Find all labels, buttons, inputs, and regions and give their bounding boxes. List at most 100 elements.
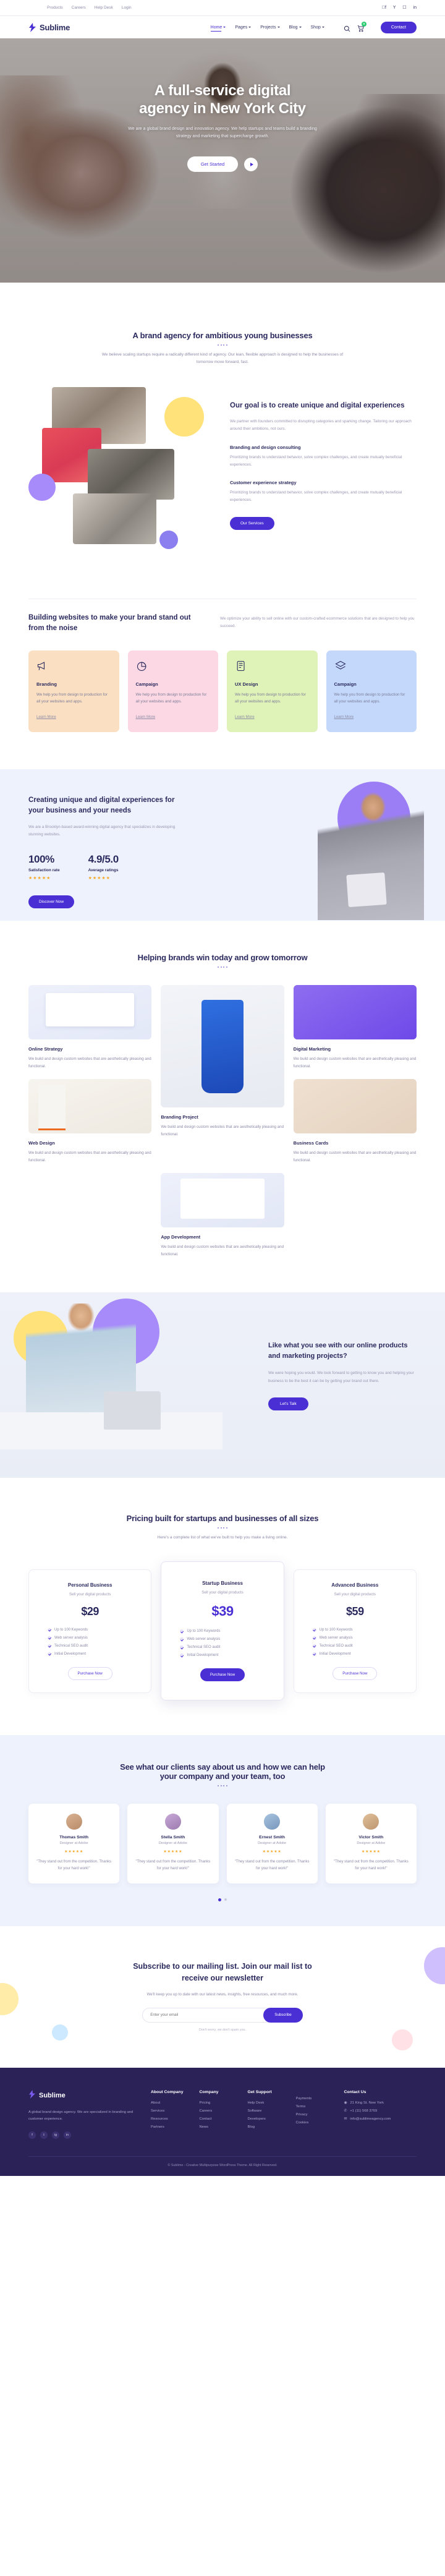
discover-now-button[interactable]: Discover Now [28,895,75,909]
service-card-branding[interactable]: Branding We help you from design to prod… [28,650,119,733]
newsletter-email-input[interactable] [142,2007,271,2023]
footer-link[interactable]: Privacy [295,2113,328,2117]
copyright-text: © Sublime - Creative Multipurpose WordPr… [167,2163,278,2167]
pricing-card-personal[interactable]: Personal Business Sell your digital prod… [28,1569,152,1693]
star-rating-icon: ★★★★★ [163,1850,183,1854]
cta-heading: Like what you see with our online produc… [268,1342,408,1360]
topbar-link-products[interactable]: Products [47,6,63,10]
carousel-pagination[interactable] [28,1898,417,1902]
footer-link[interactable]: Resources [151,2117,183,2121]
testimonial-card[interactable]: Stella Smith Designer at Adobe ★★★★★ "Th… [127,1804,219,1884]
linkedin-icon[interactable]: in [413,6,417,10]
pricing-card-startup[interactable]: Startup Business Sell your digital produ… [161,1561,284,1701]
newsletter-form: Subscribe [28,2007,417,2023]
service-card-link[interactable]: Learn More [235,715,255,719]
stats-section: Creating unique and digital experiences … [0,769,445,921]
about-sub1-text: Prioritizing brands to understand behavi… [230,454,402,467]
brand-logo[interactable]: Sublime [28,22,70,32]
footer-contact-value: info@sublimeagency.com [350,2117,391,2121]
footer-link[interactable]: Contact [199,2117,231,2121]
facebook-icon[interactable]: f [28,2131,36,2139]
carousel-dot-2[interactable] [224,1898,227,1901]
footer-bottom: © Sublime - Creative Multipurpose WordPr… [28,2156,417,2176]
portfolio-item-app-development[interactable]: App Development We build and design cust… [161,1173,284,1258]
testimonial-card[interactable]: Victor Smith Designer at Adobe ★★★★★ "Th… [325,1804,417,1884]
footer-link[interactable]: Pricing [199,2101,231,2105]
footer-column-support: Get Support Help Desk Software Developer… [247,2090,279,2139]
purchase-now-button[interactable]: Purchase Now [67,1666,112,1680]
plan-features: Up to 100 Keywords Web server analysis T… [304,1627,406,1656]
twitter-icon[interactable]: 𝖸 [393,6,396,10]
testimonials-section: See what our clients say about us and ho… [0,1735,445,1927]
footer-link[interactable]: Developers [247,2117,279,2121]
footer-link[interactable]: Payments [295,2097,328,2100]
portfolio-item-web-design[interactable]: Web Design We build and design custom we… [28,1079,152,1164]
instagram-icon[interactable]: ☐ [402,6,406,10]
cta-paragraph: We were hoping you would. We look forwar… [268,1371,414,1383]
instagram-icon[interactable]: ig [52,2131,59,2139]
carousel-dot-1[interactable] [218,1898,221,1902]
twitter-icon[interactable]: t [40,2131,48,2139]
plan-features: Up to 100 Keywords Web server analysis T… [171,1629,273,1658]
portfolio-item-business-cards[interactable]: Business Cards We build and design custo… [293,1079,417,1164]
top-bar: Products Careers Help Desk Login f 𝖸 ☐ … [0,0,445,16]
service-card-ux-design[interactable]: UX Design We help you from design to pro… [227,650,318,733]
decor-circle-pink [392,2029,413,2050]
service-card-link[interactable]: Learn More [334,715,354,719]
linkedin-icon[interactable]: in [64,2131,71,2139]
footer-link[interactable]: Cookies [295,2121,328,2125]
footer-link[interactable]: Careers [199,2109,231,2113]
newsletter-section: Subscribe to our mailing list. Join our … [0,1926,445,2067]
nav-item-label: Projects [260,25,276,30]
footer-link[interactable]: Partners [151,2125,183,2129]
purchase-now-button[interactable]: Purchase Now [333,1666,378,1680]
topbar-link-helpdesk[interactable]: Help Desk [95,6,113,10]
envelope-icon: ✉ [344,2117,347,2121]
service-card-link[interactable]: Learn More [36,715,56,719]
footer-link[interactable]: About [151,2101,183,2105]
portfolio-item-digital-marketing[interactable]: Digital Marketing We build and design cu… [293,985,417,1070]
plan-description: Sell your digital products [334,1592,376,1597]
plan-description: Sell your digital products [69,1592,111,1597]
pricing-card-advanced[interactable]: Advanced Business Sell your digital prod… [293,1569,417,1693]
plan-feature: Initial Development [312,1652,351,1656]
contact-button[interactable]: Contact [380,21,417,33]
service-card-link[interactable]: Learn More [136,715,156,719]
nav-item-shop[interactable]: Shop [311,25,324,30]
get-started-button[interactable]: Get Started [187,156,239,173]
footer-link[interactable]: Blog [247,2125,279,2129]
portfolio-item-online-strategy[interactable]: Online Strategy We build and design cust… [28,985,152,1070]
layers-icon [334,660,409,673]
stats-laptop-prop [346,872,387,908]
footer-link[interactable]: Services [151,2109,183,2113]
play-video-button[interactable] [244,157,258,171]
subscribe-button[interactable]: Subscribe [263,2007,303,2023]
portfolio-item-branding-project[interactable]: Branding Project We build and design cus… [161,985,284,1164]
cart-icon[interactable]: 0 [357,21,367,32]
service-card-campaign-2[interactable]: Campaign We help you from design to prod… [326,650,417,733]
facebook-icon[interactable]: f [382,6,386,10]
topbar-link-login[interactable]: Login [122,6,132,10]
nav-item-blog[interactable]: Blog [289,25,302,30]
stat-item-ratings: 4.9/5.0 Average ratings ★★★★★ [88,853,119,881]
nav-item-home[interactable]: Home [210,25,226,32]
nav-item-pages[interactable]: Pages [235,25,252,30]
testimonial-card[interactable]: Thomas Smith Designer at Adobe ★★★★★ "Th… [28,1804,120,1884]
footer-link[interactable]: Terms [295,2105,328,2109]
nav-item-projects[interactable]: Projects [260,25,280,30]
purchase-now-button[interactable]: Purchase Now [200,1668,245,1682]
footer-link[interactable]: News [199,2125,231,2129]
footer-link[interactable]: Software [247,2109,279,2113]
topbar-link-careers[interactable]: Careers [72,6,86,10]
testimonial-card[interactable]: Ernest Smith Designer at Adobe ★★★★★ "Th… [226,1804,318,1884]
footer-logo[interactable]: Sublime [28,2089,134,2102]
about-section: A brand agency for ambitious young busin… [0,283,445,554]
search-icon[interactable] [344,24,350,32]
footer-link[interactable]: Help Desk [247,2101,279,2105]
decor-dots [28,966,417,968]
decor-circle-purple-small [159,531,178,550]
lets-talk-button[interactable]: Let's Talk [268,1397,308,1410]
service-card-campaign-1[interactable]: Campaign We help you from design to prod… [127,650,218,733]
plan-feature-label: Initial Development [54,1652,87,1656]
our-services-button[interactable]: Our Services [230,516,274,530]
